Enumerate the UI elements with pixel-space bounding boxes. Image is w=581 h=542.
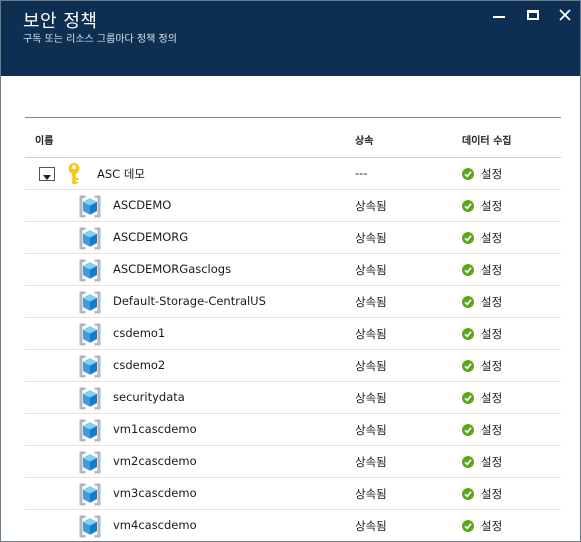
- cube-icon: [79, 451, 101, 474]
- row-name: ASCDEMORGasclogs: [113, 262, 232, 276]
- row-inheritance: 상속됨: [355, 487, 387, 501]
- expand-toggle[interactable]: [39, 167, 55, 181]
- row-inheritance: 상속됨: [355, 231, 387, 245]
- column-header-data-collection: 데이터 수집: [462, 136, 512, 147]
- table-row[interactable]: ASCDEMORG 상속됨 설정: [25, 222, 561, 254]
- row-data-collection: 설정: [481, 455, 503, 469]
- maximize-icon: [527, 10, 539, 20]
- row-name: vm4cascdemo: [113, 518, 197, 532]
- row-name: vm2cascdemo: [113, 454, 197, 468]
- table-header-row: 이름 상속 데이터 수집: [25, 117, 561, 158]
- cube-icon: [79, 291, 101, 314]
- row-name: csdemo2: [113, 358, 166, 372]
- row-data-collection: 설정: [481, 295, 503, 309]
- cube-icon: [79, 355, 101, 378]
- table-row[interactable]: vm3cascdemo 상속됨 설정: [25, 478, 561, 510]
- table-row[interactable]: ASCDEMO 상속됨 설정: [25, 190, 561, 222]
- table-row-subscription[interactable]: ASC 데모 --- 설정: [25, 158, 561, 190]
- check-circle-icon: [462, 360, 474, 372]
- check-circle-icon: [462, 328, 474, 340]
- row-inheritance: 상속됨: [355, 263, 387, 277]
- cube-icon: [79, 195, 101, 218]
- check-circle-icon: [462, 520, 474, 532]
- cube-icon: [79, 259, 101, 282]
- row-data-collection: 설정: [481, 423, 503, 437]
- row-inheritance: 상속됨: [355, 295, 387, 309]
- check-circle-icon: [462, 168, 474, 180]
- row-data-collection: 설정: [481, 327, 503, 341]
- row-inheritance: 상속됨: [355, 423, 387, 437]
- check-circle-icon: [462, 296, 474, 308]
- row-data-collection: 설정: [481, 519, 503, 533]
- column-header-inheritance: 상속: [355, 136, 374, 147]
- column-header-name: 이름: [35, 136, 54, 147]
- row-name: ASCDEMORG: [113, 230, 189, 244]
- minimize-button[interactable]: [491, 7, 507, 23]
- close-button[interactable]: [557, 7, 573, 23]
- check-circle-icon: [462, 392, 474, 404]
- row-data-collection: 설정: [481, 391, 503, 405]
- table-row[interactable]: securitydata 상속됨 설정: [25, 382, 561, 414]
- table-row[interactable]: vm2cascdemo 상속됨 설정: [25, 446, 561, 478]
- row-name: vm3cascdemo: [113, 486, 197, 500]
- row-name: securitydata: [113, 390, 185, 404]
- row-name: vm1cascdemo: [113, 422, 197, 436]
- close-icon: [559, 9, 571, 21]
- row-data-collection: 설정: [481, 487, 503, 501]
- chevron-down-icon: [43, 175, 51, 180]
- row-inheritance: ---: [355, 166, 368, 180]
- table-row[interactable]: vm1cascdemo 상속됨 설정: [25, 414, 561, 446]
- page-subtitle: 구독 또는 리소스 그룹마다 정책 정의: [23, 34, 177, 45]
- maximize-button[interactable]: [525, 7, 541, 23]
- check-circle-icon: [462, 232, 474, 244]
- table-row[interactable]: ASCDEMORGasclogs 상속됨 설정: [25, 254, 561, 286]
- row-data-collection: 설정: [481, 359, 503, 373]
- row-data-collection: 설정: [481, 231, 503, 245]
- table-row[interactable]: csdemo2 상속됨 설정: [25, 350, 561, 382]
- row-inheritance: 상속됨: [355, 199, 387, 213]
- minimize-icon: [493, 16, 505, 18]
- key-icon: [68, 163, 80, 184]
- cube-icon: [79, 515, 101, 538]
- cube-icon: [79, 227, 101, 250]
- cube-icon: [79, 387, 101, 410]
- table-row[interactable]: vm4cascdemo 상속됨 설정: [25, 510, 561, 541]
- table-row[interactable]: Default-Storage-CentralUS 상속됨 설정: [25, 286, 561, 318]
- cube-icon: [79, 483, 101, 506]
- check-circle-icon: [462, 264, 474, 276]
- row-name: Default-Storage-CentralUS: [113, 294, 266, 308]
- row-data-collection: 설정: [481, 199, 503, 213]
- check-circle-icon: [462, 200, 474, 212]
- cube-icon: [79, 419, 101, 442]
- row-data-collection: 설정: [481, 167, 503, 181]
- row-inheritance: 상속됨: [355, 327, 387, 341]
- row-name: ASCDEMO: [113, 198, 172, 212]
- row-data-collection: 설정: [481, 263, 503, 277]
- check-circle-icon: [462, 488, 474, 500]
- table-row[interactable]: csdemo1 상속됨 설정: [25, 318, 561, 350]
- row-inheritance: 상속됨: [355, 359, 387, 373]
- blade-header: 보안 정책 구독 또는 리소스 그룹마다 정책 정의: [1, 1, 580, 76]
- row-inheritance: 상속됨: [355, 391, 387, 405]
- check-circle-icon: [462, 424, 474, 436]
- row-inheritance: 상속됨: [355, 455, 387, 469]
- check-circle-icon: [462, 456, 474, 468]
- cube-icon: [79, 323, 101, 346]
- security-policy-blade: 보안 정책 구독 또는 리소스 그룹마다 정책 정의 이름 상속 데이터 수집: [0, 0, 581, 542]
- row-name: ASC 데모: [97, 167, 146, 181]
- row-inheritance: 상속됨: [355, 519, 387, 533]
- row-name: csdemo1: [113, 326, 166, 340]
